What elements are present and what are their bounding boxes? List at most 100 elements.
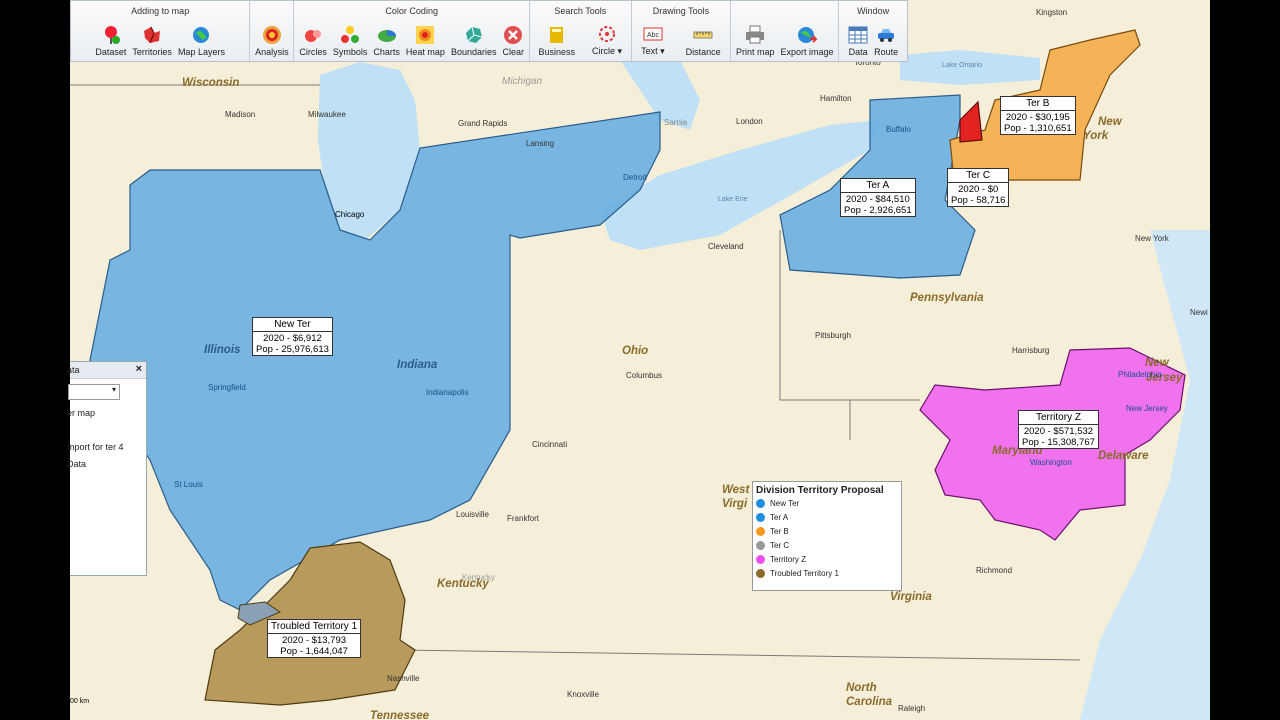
label-ter-a[interactable]: Ter A 2020 - $84,510 Pop - 2,926,651 (840, 178, 916, 217)
text-dropdown[interactable]: Abc Text ▾ (641, 24, 665, 57)
label-ter-b-line1: 2020 - $30,195 (1005, 112, 1070, 123)
city-label: St Louis (174, 480, 203, 489)
legend-item-label: New Ter (770, 499, 800, 508)
label-ter-b[interactable]: Ter B 2020 - $30,195 Pop - 1,310,651 (1000, 96, 1076, 135)
label-ter-b-line2: Pop - 1,310,651 (1004, 123, 1072, 134)
tool-label: Boundaries (450, 47, 497, 57)
territories-icon (142, 25, 162, 45)
city-label: Columbus (626, 371, 663, 380)
tool-label: Circles (299, 47, 327, 57)
legend-item-label: Territory Z (770, 555, 806, 564)
charts-button[interactable]: Charts (373, 25, 400, 57)
city-label: Indianapolis (426, 388, 469, 397)
circles-icon (303, 25, 323, 45)
city-label: Grand Rapids (458, 119, 508, 128)
legend-item-label: Ter B (770, 527, 789, 536)
city-label: Sarnia (664, 118, 688, 127)
state-label: York (1083, 130, 1109, 142)
city-label: Pittsburgh (815, 331, 852, 340)
state-label: Virgi (722, 498, 748, 510)
map-viewport[interactable]: New Ter 2020 - $6,912 Pop - 25,976,613 T… (70, 0, 1210, 720)
panel-option[interactable]: er map (67, 408, 95, 418)
state-label: Virginia (890, 591, 932, 603)
tool-label: Analysis (255, 47, 289, 57)
state-label: New (1098, 116, 1122, 128)
city-label: Milwaukee (308, 110, 346, 119)
panel-dropdown[interactable]: ▾ (68, 384, 120, 400)
tool-label: Data (848, 47, 868, 57)
text-box-icon: Abc (643, 24, 663, 44)
city-label: Raleigh (898, 704, 926, 713)
circles-button[interactable]: Circles (299, 25, 327, 57)
label-troubled-territory-1[interactable]: Troubled Territory 1 2020 - $13,793 Pop … (267, 619, 362, 658)
legend-dot-icon (756, 555, 765, 564)
analysis-target-icon (262, 25, 282, 45)
state-label: North (846, 682, 877, 694)
label-territory-z-name: Territory Z (1019, 411, 1098, 425)
city-label: Frankfort (507, 514, 540, 523)
panel-option[interactable]: mport for ter 4 (67, 442, 124, 452)
group-output: Print map Export image (731, 1, 840, 61)
tool-label: Territories (132, 47, 172, 57)
map-layers-button[interactable]: Map Layers (178, 25, 225, 57)
state-label: Pennsylvania (910, 292, 984, 304)
label-troubled-territory-1-line2: Pop - 1,644,047 (280, 646, 348, 657)
label-new-ter-line2: Pop - 25,976,613 (256, 344, 329, 355)
legend-item[interactable]: Ter C (756, 541, 901, 550)
data-window-button[interactable]: Data (848, 25, 868, 57)
svg-text:Abc: Abc (647, 32, 660, 39)
close-icon[interactable]: × (136, 363, 142, 375)
business-button[interactable]: Business (538, 25, 576, 57)
territories-button[interactable]: Territories (132, 25, 172, 57)
heat-map-button[interactable]: Heat map (406, 25, 445, 57)
label-ter-a-line1: 2020 - $84,510 (845, 194, 910, 205)
export-globe-icon (797, 25, 818, 45)
city-label: New Jersey (1126, 404, 1168, 413)
circle-search-dropdown[interactable]: Circle ▾ (592, 24, 622, 57)
data-side-panel[interactable]: ata × ▾ er map mport for ter 4 Data (67, 361, 147, 576)
legend-dot-icon (756, 541, 765, 550)
distance-button[interactable]: Distance (686, 25, 721, 57)
state-label: Delaware (1098, 450, 1149, 462)
print-map-button[interactable]: Print map (736, 25, 775, 57)
heatmap-icon (415, 25, 435, 45)
tool-label: Distance (685, 47, 721, 57)
panel-option[interactable]: Data (67, 459, 86, 469)
group-color-coding: Color Coding Circles Symbols Charts Heat… (294, 1, 531, 61)
label-ter-c[interactable]: Ter C 2020 - $0 Pop - 58,716 (947, 168, 1010, 207)
legend-item-label: Ter C (770, 541, 790, 550)
tool-label: Map Layers (177, 47, 225, 57)
legend-item[interactable]: New Ter (756, 499, 901, 508)
panel-header: ata × (67, 362, 146, 379)
route-button[interactable]: Route (874, 25, 898, 57)
legend-item[interactable]: Ter B (756, 527, 901, 536)
label-new-ter[interactable]: New Ter 2020 - $6,912 Pop - 25,976,613 (252, 317, 333, 356)
city-label: Chicago (335, 210, 365, 219)
legend-panel[interactable]: Division Territory Proposal New Ter Ter … (752, 481, 902, 591)
state-label: Ohio (622, 345, 649, 357)
city-label: Louisville (456, 510, 489, 519)
circle-search-icon (597, 24, 617, 44)
analysis-button[interactable]: Analysis (255, 25, 289, 57)
data-grid-icon (848, 25, 868, 45)
legend-item[interactable]: Ter A (756, 513, 901, 522)
label-territory-z[interactable]: Territory Z 2020 - $571,532 Pop - 15,308… (1018, 410, 1099, 449)
legend-dot-icon (756, 569, 765, 578)
city-label: London (736, 117, 763, 126)
city-label: Harrisburg (1012, 346, 1050, 355)
legend-item-label: Ter A (770, 513, 789, 522)
label-ter-c-line1: 2020 - $0 (958, 184, 999, 195)
dataset-button[interactable]: Dataset (95, 25, 126, 57)
boundaries-button[interactable]: Boundaries (451, 25, 497, 57)
export-image-button[interactable]: Export image (781, 25, 834, 57)
tool-label: Business (538, 47, 576, 57)
legend-item[interactable]: Troubled Territory 1 (756, 569, 901, 578)
city-label: Richmond (976, 566, 1013, 575)
symbols-button[interactable]: Symbols (333, 25, 367, 57)
city-label: Washington (1030, 458, 1072, 467)
legend-item[interactable]: Territory Z (756, 555, 901, 564)
group-title: Search Tools (554, 6, 607, 16)
tool-label: Charts (373, 47, 400, 57)
clear-button[interactable]: Clear (503, 25, 524, 57)
ruler-icon (693, 25, 713, 45)
